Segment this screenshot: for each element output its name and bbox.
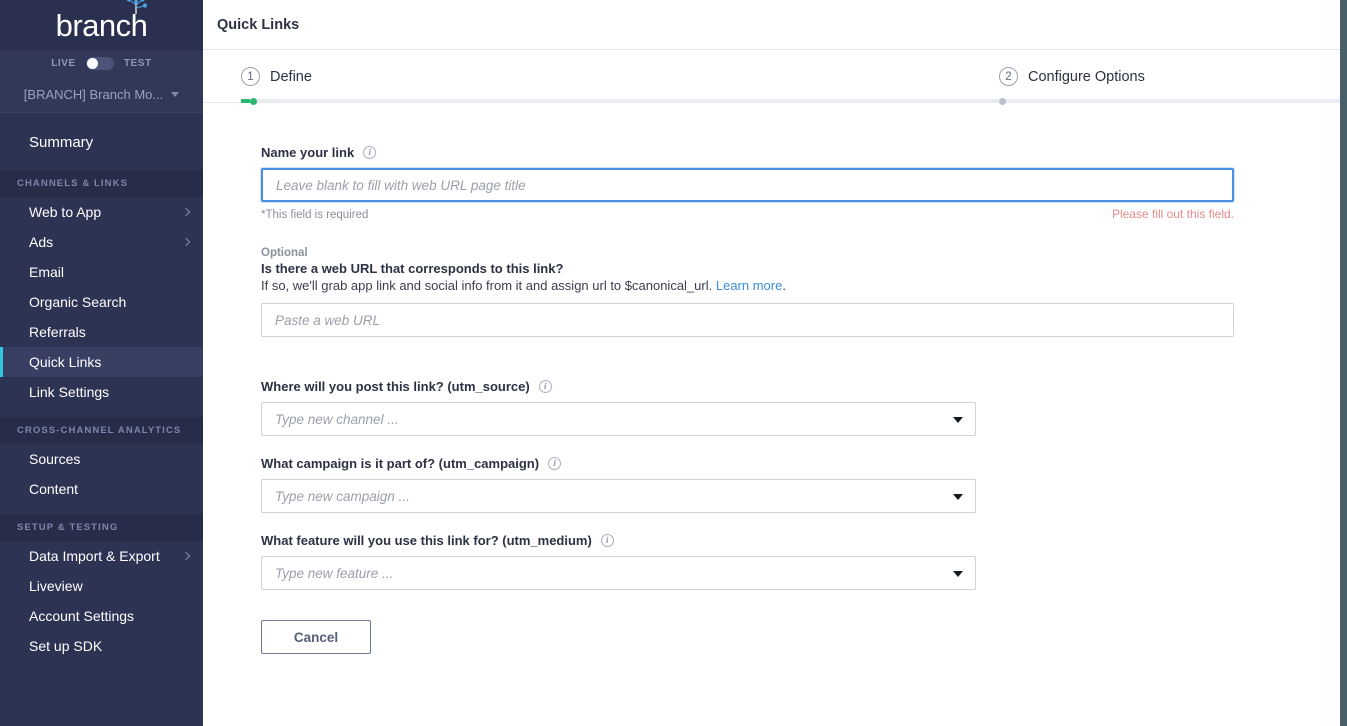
env-live-label: LIVE bbox=[51, 58, 76, 69]
env-test-label: TEST bbox=[123, 58, 152, 69]
name-field-label: Name your link bbox=[261, 145, 355, 160]
utm-source-label-row: Where will you post this link? (utm_sour… bbox=[261, 379, 1347, 394]
sidebar-item-label: Content bbox=[29, 481, 79, 497]
wizard-progress-dot-step1 bbox=[250, 97, 257, 105]
step-number: 1 bbox=[241, 67, 260, 86]
sidebar-item-label: Summary bbox=[29, 134, 94, 151]
web-url-optional-tag: Optional bbox=[261, 247, 308, 259]
wizard-progress-track bbox=[241, 97, 1347, 105]
branch-sprout-icon bbox=[127, 0, 148, 14]
step-label: Define bbox=[270, 68, 312, 85]
sidebar-item-label: Referrals bbox=[29, 324, 86, 340]
wizard-steps: 1 Define 2 Configure Options bbox=[203, 50, 1347, 126]
account-selector[interactable]: [BRANCH] Branch Mo... bbox=[0, 76, 203, 113]
sidebar-group-channels-links: Web to App Ads Email Organic Search Refe… bbox=[0, 197, 203, 411]
info-icon[interactable]: i bbox=[548, 457, 562, 470]
env-switch[interactable] bbox=[85, 57, 114, 70]
sidebar-item-label: Account Settings bbox=[29, 608, 135, 624]
main-content: Quick Links 1 Define 2 Configure Options… bbox=[203, 0, 1347, 726]
sidebar-group-cross-channel-analytics: Sources Content bbox=[0, 444, 203, 508]
sidebar-item-referrals[interactable]: Referrals bbox=[0, 317, 203, 347]
utm-source-label: Where will you post this link? (utm_sour… bbox=[261, 379, 530, 394]
cancel-button[interactable]: Cancel bbox=[261, 620, 371, 654]
sidebar-item-organic-search[interactable]: Organic Search bbox=[0, 287, 203, 317]
utm-medium-select-wrap bbox=[261, 556, 976, 590]
web-url-question: Is there a web URL that corresponds to t… bbox=[261, 261, 564, 276]
name-required-note: *This field is required bbox=[261, 209, 369, 221]
wizard-step-define[interactable]: 1 Define bbox=[241, 67, 312, 86]
env-switch-knob bbox=[86, 58, 98, 69]
account-selector-label: [BRANCH] Branch Mo... bbox=[23, 86, 164, 102]
sidebar-item-label: Data Import & Export bbox=[29, 548, 160, 564]
learn-more-link[interactable]: Learn more bbox=[716, 278, 782, 293]
wizard-step-configure-options[interactable]: 2 Configure Options bbox=[999, 67, 1145, 86]
utm-campaign-label: What campaign is it part of? (utm_campai… bbox=[261, 456, 540, 471]
sidebar-item-label: Email bbox=[29, 264, 65, 280]
utm-medium-label-row: What feature will you use this link for?… bbox=[261, 533, 1347, 548]
page-title: Quick Links bbox=[217, 16, 300, 33]
sidebar-item-content[interactable]: Content bbox=[0, 474, 203, 504]
utm-campaign-input[interactable] bbox=[261, 479, 976, 513]
sidebar-item-sources[interactable]: Sources bbox=[0, 444, 203, 474]
sidebar-item-label: Link Settings bbox=[29, 384, 110, 400]
sidebar-section-cross-channel-analytics: CROSS-CHANNEL ANALYTICS bbox=[0, 417, 203, 444]
sidebar-item-label: Set up SDK bbox=[29, 638, 103, 654]
environment-toggle[interactable]: LIVE TEST bbox=[0, 51, 203, 76]
utm-campaign-label-row: What campaign is it part of? (utm_campai… bbox=[261, 456, 1347, 471]
web-url-description-text: If so, we'll grab app link and social in… bbox=[261, 278, 713, 293]
wizard-progress-dot-step2 bbox=[999, 97, 1006, 105]
right-edge-rail bbox=[1340, 0, 1347, 726]
name-field-label-row: Name your link i bbox=[261, 145, 1347, 160]
sidebar-group-setup-testing: Data Import & Export Liveview Account Se… bbox=[0, 541, 203, 665]
web-url-description-period: . bbox=[782, 278, 786, 293]
topbar: Quick Links bbox=[203, 0, 1347, 50]
sidebar-section-setup-testing: SETUP & TESTING bbox=[0, 514, 203, 541]
name-input[interactable] bbox=[261, 168, 1234, 202]
sidebar-item-label: Web to App bbox=[29, 204, 102, 220]
chevron-right-icon bbox=[181, 207, 191, 217]
wizard-progress-fill bbox=[241, 99, 250, 103]
step-number: 2 bbox=[999, 67, 1018, 86]
sidebar-item-quick-links[interactable]: Quick Links bbox=[0, 347, 203, 377]
sidebar-item-label: Sources bbox=[29, 451, 81, 467]
sidebar-item-set-up-sdk[interactable]: Set up SDK bbox=[0, 631, 203, 661]
sidebar: branch LIVE TEST [BRANCH] Branch Mo... S… bbox=[0, 0, 203, 726]
sidebar-item-link-settings[interactable]: Link Settings bbox=[0, 377, 203, 407]
sidebar-item-label: Organic Search bbox=[29, 294, 127, 310]
sidebar-item-summary[interactable]: Summary bbox=[0, 121, 203, 164]
app-root: branch LIVE TEST [BRANCH] Branch Mo... S… bbox=[0, 0, 1347, 726]
utm-source-select-wrap bbox=[261, 402, 976, 436]
sidebar-item-ads[interactable]: Ads bbox=[0, 227, 203, 257]
info-icon[interactable]: i bbox=[600, 534, 614, 547]
sidebar-item-liveview[interactable]: Liveview bbox=[0, 571, 203, 601]
name-field-footer: *This field is required Please fill out … bbox=[261, 207, 1234, 221]
brand-logo[interactable]: branch bbox=[0, 0, 203, 51]
sidebar-item-label: Ads bbox=[29, 234, 54, 250]
web-url-input[interactable] bbox=[261, 303, 1234, 337]
chevron-right-icon bbox=[181, 551, 191, 561]
sidebar-item-email[interactable]: Email bbox=[0, 257, 203, 287]
sidebar-item-label: Quick Links bbox=[29, 354, 102, 370]
step-label: Configure Options bbox=[1028, 68, 1145, 85]
info-icon[interactable]: i bbox=[363, 146, 377, 159]
utm-medium-label: What feature will you use this link for?… bbox=[261, 533, 592, 548]
quick-link-form: Name your link i *This field is required… bbox=[203, 126, 1347, 654]
sidebar-item-account-settings[interactable]: Account Settings bbox=[0, 601, 203, 631]
sidebar-item-data-import-export[interactable]: Data Import & Export bbox=[0, 541, 203, 571]
web-url-description: If so, we'll grab app link and social in… bbox=[261, 278, 1347, 293]
sidebar-item-label: Liveview bbox=[29, 578, 83, 594]
sidebar-item-web-to-app[interactable]: Web to App bbox=[0, 197, 203, 227]
chevron-down-icon bbox=[171, 91, 180, 97]
utm-source-input[interactable] bbox=[261, 402, 976, 436]
info-icon[interactable]: i bbox=[538, 380, 552, 393]
chevron-right-icon bbox=[181, 237, 191, 247]
utm-campaign-select-wrap bbox=[261, 479, 976, 513]
utm-medium-input[interactable] bbox=[261, 556, 976, 590]
sidebar-section-channels-links: CHANNELS & LINKS bbox=[0, 170, 203, 197]
name-error-message: Please fill out this field. bbox=[1111, 207, 1234, 221]
